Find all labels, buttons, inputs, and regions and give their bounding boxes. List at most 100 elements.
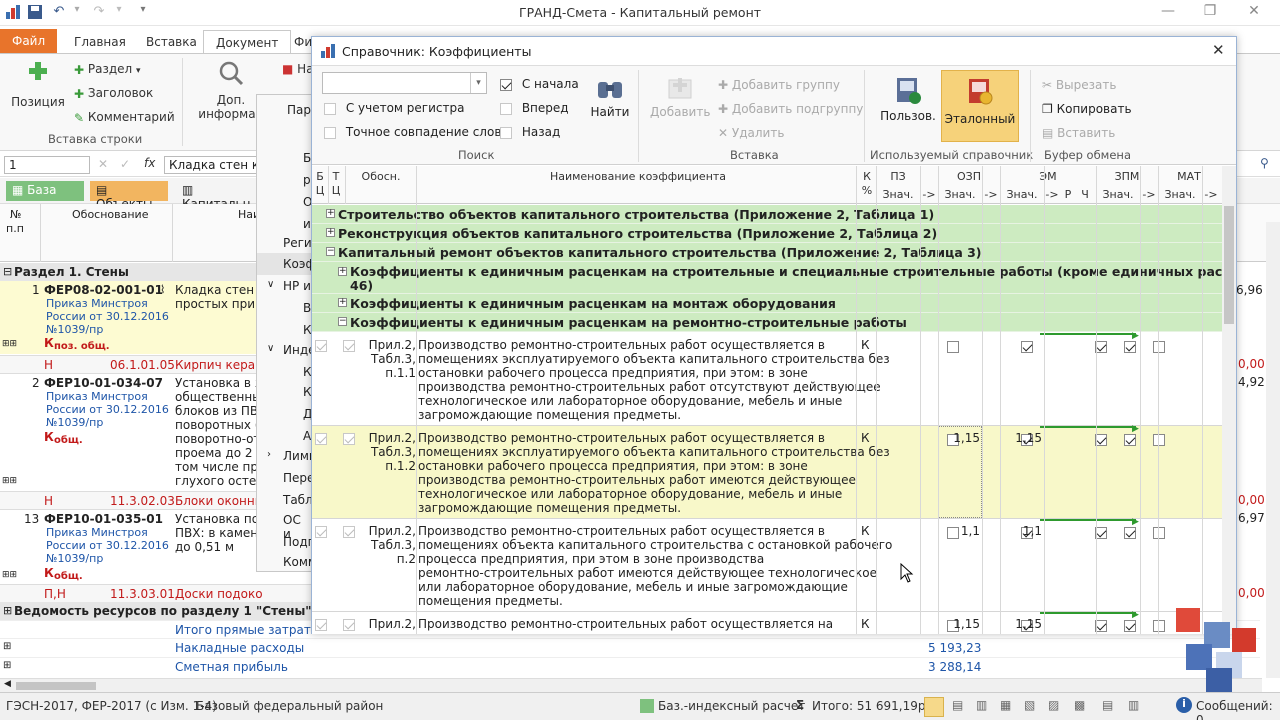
expand-icon[interactable]: ⊞ (3, 604, 12, 617)
zagolovok-button[interactable]: ✚ Заголовок (74, 86, 153, 101)
collapse-icon[interactable]: − (326, 247, 335, 256)
user-ref-button[interactable]: Пользов. (878, 76, 938, 123)
back-checkbox[interactable] (500, 126, 512, 139)
status-region[interactable]: Базовый федеральный район (196, 699, 383, 713)
t-checkbox[interactable] (343, 525, 355, 538)
coefficient-row[interactable]: Прил.2, Табл.3, п.1.2 Производство ремонтно… (312, 424, 1222, 519)
cancel-icon[interactable]: ✕ (98, 157, 108, 171)
add-group-button[interactable]: ✚ Добавить группу (718, 78, 840, 92)
total-row[interactable]: ⊞ Сметная прибыль 3 288,14 (0, 657, 1260, 676)
tab-home[interactable]: Главная (62, 30, 138, 54)
b-checkbox[interactable] (315, 618, 327, 631)
subgroup-row[interactable]: + Коэффициенты к единичным расценкам на с… (312, 262, 1222, 294)
chevron-down-icon[interactable]: ∨ (267, 279, 274, 290)
em-value[interactable]: 1,15 (1002, 617, 1042, 631)
find-button[interactable]: Найти (588, 76, 632, 119)
coefficient-row[interactable]: Прил.2, Табл.3, п.1.1 Производство ремонтно… (312, 331, 1222, 426)
maximize-icon[interactable]: ❐ (1196, 3, 1224, 23)
forward-option[interactable]: Вперед (500, 101, 569, 115)
coefficient-row[interactable]: Прил.2, Табл.3, п.2 Производство ремонтно-с… (312, 517, 1222, 612)
exact-checkbox[interactable] (324, 126, 336, 139)
tab-file[interactable]: Файл (0, 29, 58, 53)
b-checkbox[interactable] (315, 432, 327, 445)
razdel-button[interactable]: ✚ Раздел ▾ (74, 62, 141, 77)
collapse-icon[interactable]: − (338, 317, 347, 326)
cut-button[interactable]: ✂ Вырезать (1042, 78, 1116, 92)
register-checkbox[interactable] (324, 102, 336, 115)
em-ch-checkbox[interactable] (1153, 340, 1165, 353)
position-button[interactable]: Позиция (10, 60, 66, 109)
expand-icon[interactable]: + (326, 228, 335, 237)
selected-cell[interactable] (938, 426, 982, 518)
register-option[interactable]: С учетом регистра (324, 101, 464, 115)
ozp-checkbox[interactable] (1021, 340, 1033, 353)
b-checkbox[interactable] (315, 339, 327, 352)
view-mode-icon[interactable]: ▥ (1128, 698, 1139, 712)
scroll-left-icon[interactable]: ◀ (4, 679, 11, 689)
view-mode-icon[interactable]: ▤ (952, 698, 963, 712)
expand-icon[interactable]: ⊞ (3, 641, 11, 652)
view-mode-icon[interactable]: ▥ (976, 698, 987, 712)
expand-icon[interactable]: + (338, 298, 347, 307)
tab-kapital[interactable]: ▥ Капитальн (176, 181, 266, 211)
menu-item[interactable]: Табл (283, 493, 313, 507)
vedomost-row[interactable]: ⊞ Ведомость ресурсов по разделу 1 "Стены… (0, 602, 312, 620)
resource-row[interactable]: П,Н 11.3.03.01 Доски подоко (0, 584, 312, 602)
subgroup-row[interactable]: − Коэффициенты к единичным расценкам на р… (312, 313, 1222, 332)
expand-icon[interactable]: ⊞⊞ (2, 570, 17, 580)
pz-checkbox[interactable] (947, 340, 959, 353)
etalon-ref-button[interactable]: Эталонный (941, 70, 1019, 142)
expand-icon[interactable]: ⊞⊞ (2, 476, 17, 486)
subgroup-row[interactable]: + Коэффициенты к единичным расценкам на м… (312, 294, 1222, 313)
info-icon[interactable]: i (1176, 697, 1192, 713)
from-start-option[interactable]: С начала (500, 77, 579, 91)
kommentariy-button[interactable]: ✎ Комментарий (74, 110, 175, 125)
search-dropdown-icon[interactable]: ▾ (470, 73, 486, 93)
search-input[interactable]: ▾ (322, 72, 487, 94)
menu-item[interactable]: А (303, 429, 311, 443)
horizontal-scrollbar[interactable]: ◀ (0, 678, 1262, 692)
vertical-scrollbar[interactable] (1266, 222, 1280, 678)
em-value[interactable]: 1,1 (1002, 524, 1042, 538)
back-option[interactable]: Назад (500, 125, 560, 139)
view-mode-icon[interactable]: ▩ (1074, 698, 1085, 712)
close-icon[interactable]: ✕ (1240, 3, 1268, 23)
status-messages[interactable]: Сообщений: 0 (1196, 699, 1280, 720)
cell-address-input[interactable]: 1 (4, 156, 90, 174)
view-mode-icon[interactable]: ▤ (1102, 698, 1113, 712)
forward-checkbox[interactable] (500, 102, 512, 115)
t-checkbox[interactable] (343, 432, 355, 445)
tab-objects[interactable]: ▤ Объекты (90, 181, 168, 211)
tab-baza[interactable]: ▦ База (6, 181, 84, 201)
ozp-value[interactable]: 1,15 (940, 617, 980, 631)
collapse-icon[interactable]: ⊟ (3, 265, 12, 278)
menu-item[interactable]: Пере (283, 471, 314, 485)
expand-icon[interactable]: + (326, 209, 335, 218)
dialog-scroll-thumb[interactable] (1224, 206, 1234, 324)
delete-button[interactable]: ✕ Удалить (718, 126, 784, 140)
paste-button[interactable]: ▤ Вставить (1042, 126, 1115, 140)
dialog-close-icon[interactable]: ✕ (1212, 41, 1225, 59)
status-calc[interactable]: Баз.-индексный расчет (658, 699, 805, 713)
expand-icon[interactable]: + (338, 267, 347, 276)
exact-option[interactable]: Точное совпадение слов (324, 125, 501, 139)
b-checkbox[interactable] (315, 525, 327, 538)
copy-button[interactable]: ❐ Копировать (1042, 102, 1132, 116)
add-button[interactable]: Добавить (650, 76, 710, 119)
view-mode-icon[interactable]: ▦ (1000, 698, 1011, 712)
coefficient-row[interactable]: Прил.2, Производство ремонтно-строительны… (312, 610, 1222, 634)
partial-ribbon-button[interactable]: ■ На (282, 62, 314, 76)
function-icon[interactable]: fx (144, 156, 155, 170)
tab-document[interactable]: Документ (203, 30, 292, 54)
em-value[interactable]: 1,15 (1002, 431, 1042, 445)
add-subgroup-button[interactable]: ✚ Добавить подгруппу (718, 102, 863, 116)
expand-icon[interactable]: ⊞ (3, 660, 11, 671)
scroll-thumb[interactable] (16, 682, 96, 690)
search-icon[interactable]: ⚲ (1260, 156, 1269, 170)
group-row[interactable]: + Реконструкция объектов капитального стр… (312, 224, 1222, 243)
dialog-vertical-scrollbar[interactable] (1222, 166, 1236, 634)
em-ch-checkbox[interactable] (1153, 433, 1165, 446)
chevron-down-icon[interactable]: ∨ (267, 343, 274, 354)
ozp-value[interactable]: 1,1 (940, 524, 980, 538)
em-ch-checkbox[interactable] (1153, 619, 1165, 632)
